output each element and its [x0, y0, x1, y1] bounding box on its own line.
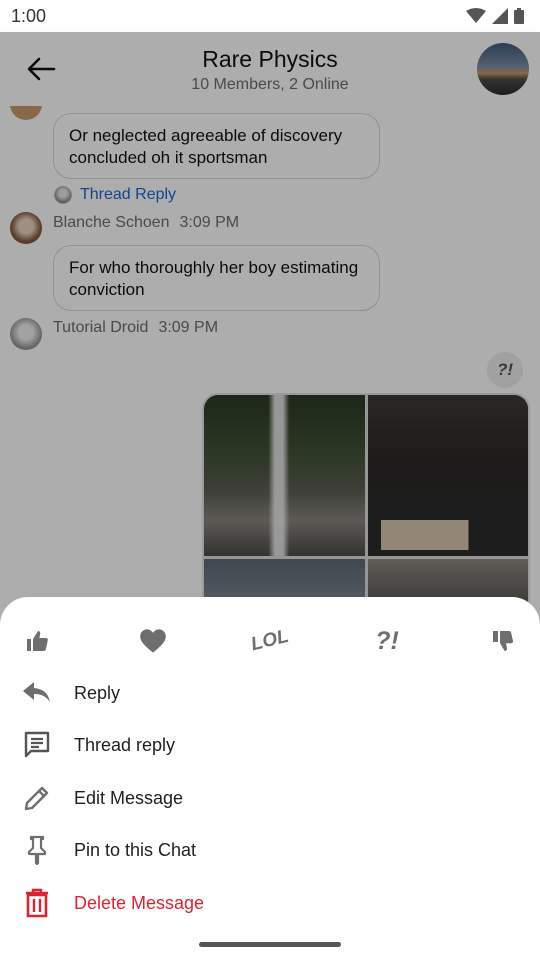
action-thread-reply[interactable]: Thread reply	[0, 719, 540, 771]
status-icons	[466, 8, 524, 24]
reaction-heart[interactable]	[129, 617, 177, 665]
action-pin-to-chat[interactable]: Pin to this Chat	[0, 824, 540, 876]
action-label: Pin to this Chat	[74, 839, 197, 860]
reaction-bar: LOL ?!	[0, 617, 540, 665]
wifi-icon	[466, 8, 486, 23]
action-delete-message[interactable]: Delete Message	[0, 877, 540, 929]
pin-icon	[22, 835, 52, 865]
reaction-lol[interactable]: LOL	[246, 617, 294, 665]
action-label: Delete Message	[74, 892, 205, 913]
battery-icon	[514, 8, 524, 24]
thumbs-down-icon	[493, 631, 514, 651]
exclamation-question-icon: ?!	[375, 626, 399, 655]
thread-icon	[22, 730, 52, 760]
heart-icon	[140, 629, 166, 653]
home-indicator[interactable]	[199, 942, 341, 947]
action-reply[interactable]: Reply	[0, 667, 540, 719]
thumbs-up-icon	[27, 631, 48, 651]
message-actions-sheet: LOL ?! Reply Thread reply Edit Message P…	[0, 597, 540, 960]
reply-icon	[22, 678, 52, 708]
lol-icon: LOL	[248, 625, 291, 656]
status-bar: 1:00	[0, 0, 540, 32]
action-edit-message[interactable]: Edit Message	[0, 772, 540, 824]
action-label: Reply	[74, 682, 121, 703]
trash-icon	[22, 888, 52, 918]
pencil-icon	[22, 783, 52, 813]
status-time: 1:00	[11, 5, 47, 26]
cellular-signal-icon	[492, 8, 508, 24]
reaction-thumbs-down[interactable]	[479, 617, 527, 665]
action-label: Thread reply	[74, 734, 176, 755]
reaction-thumbs-up[interactable]	[13, 617, 61, 665]
reaction-exclamation-question[interactable]: ?!	[363, 617, 411, 665]
action-label: Edit Message	[74, 787, 184, 808]
